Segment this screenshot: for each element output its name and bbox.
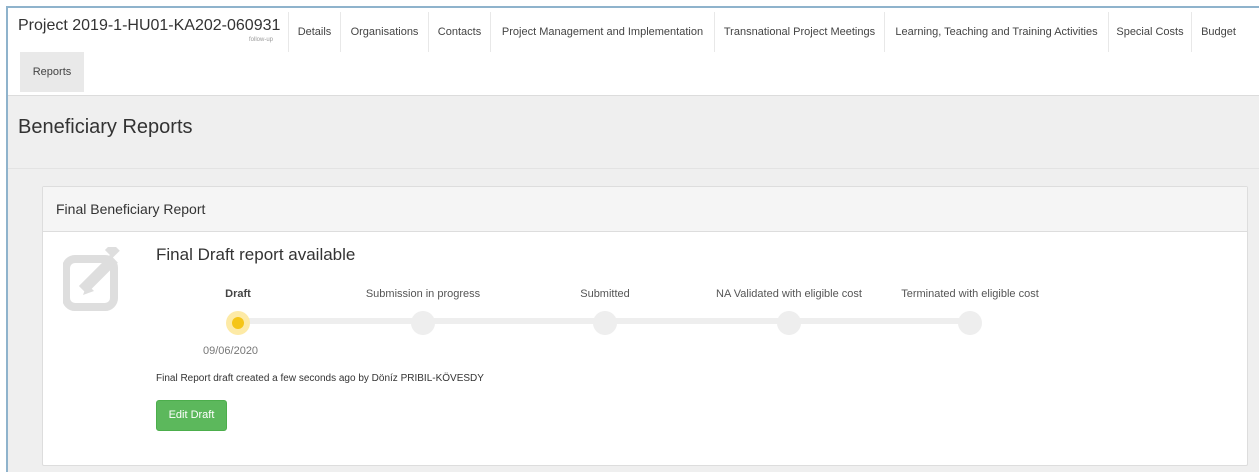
top-navigation: Project 2019-1-HU01-KA202-060931 follow-… — [8, 8, 1259, 96]
page-title: Beneficiary Reports — [18, 116, 193, 138]
step-dot-submitted — [593, 311, 617, 335]
step-date-draft: 09/06/2020 — [203, 345, 259, 357]
edit-document-icon — [63, 247, 120, 311]
tab-learning-activities[interactable]: Learning, Teaching and Training Activiti… — [884, 12, 1108, 52]
step-label-submission: Submission in progress — [365, 288, 481, 300]
step-label-terminated: Terminated with eligible cost — [901, 288, 1039, 300]
tab-special-costs[interactable]: Special Costs — [1108, 12, 1191, 52]
step-dot-draft — [226, 311, 250, 335]
step-dot-terminated — [958, 311, 982, 335]
current-step-marker — [232, 317, 244, 329]
tab-reports[interactable]: Reports — [20, 52, 84, 92]
step-label-draft: Draft — [225, 288, 251, 300]
final-report-panel: Final Beneficiary Report Final Draft rep… — [42, 186, 1248, 466]
step-label-submitted: Submitted — [580, 288, 630, 300]
tab-contacts[interactable]: Contacts — [428, 12, 490, 52]
tab-details[interactable]: Details — [288, 12, 340, 52]
draft-info-line: Final Report draft created a few seconds… — [156, 373, 484, 384]
page-header: Beneficiary Reports — [8, 97, 1259, 169]
step-dot-validated — [777, 311, 801, 335]
step-label-validated: NA Validated with eligible cost — [716, 288, 862, 300]
tab-transnational-meetings[interactable]: Transnational Project Meetings — [714, 12, 884, 52]
tab-organisations[interactable]: Organisations — [340, 12, 428, 52]
status-title: Final Draft report available — [156, 245, 356, 264]
tab-budget[interactable]: Budget — [1191, 12, 1245, 52]
app-frame: Project 2019-1-HU01-KA202-060931 follow-… — [6, 6, 1259, 472]
step-dot-submission — [411, 311, 435, 335]
panel-heading: Final Beneficiary Report — [43, 187, 1247, 232]
project-title: Project 2019-1-HU01-KA202-060931 — [18, 17, 281, 34]
project-brand[interactable]: Project 2019-1-HU01-KA202-060931 follow-… — [18, 17, 283, 51]
project-subtitle: follow-up — [248, 37, 273, 43]
tab-project-management[interactable]: Project Management and Implementation — [490, 12, 714, 52]
edit-draft-button[interactable]: Edit Draft — [156, 400, 227, 431]
